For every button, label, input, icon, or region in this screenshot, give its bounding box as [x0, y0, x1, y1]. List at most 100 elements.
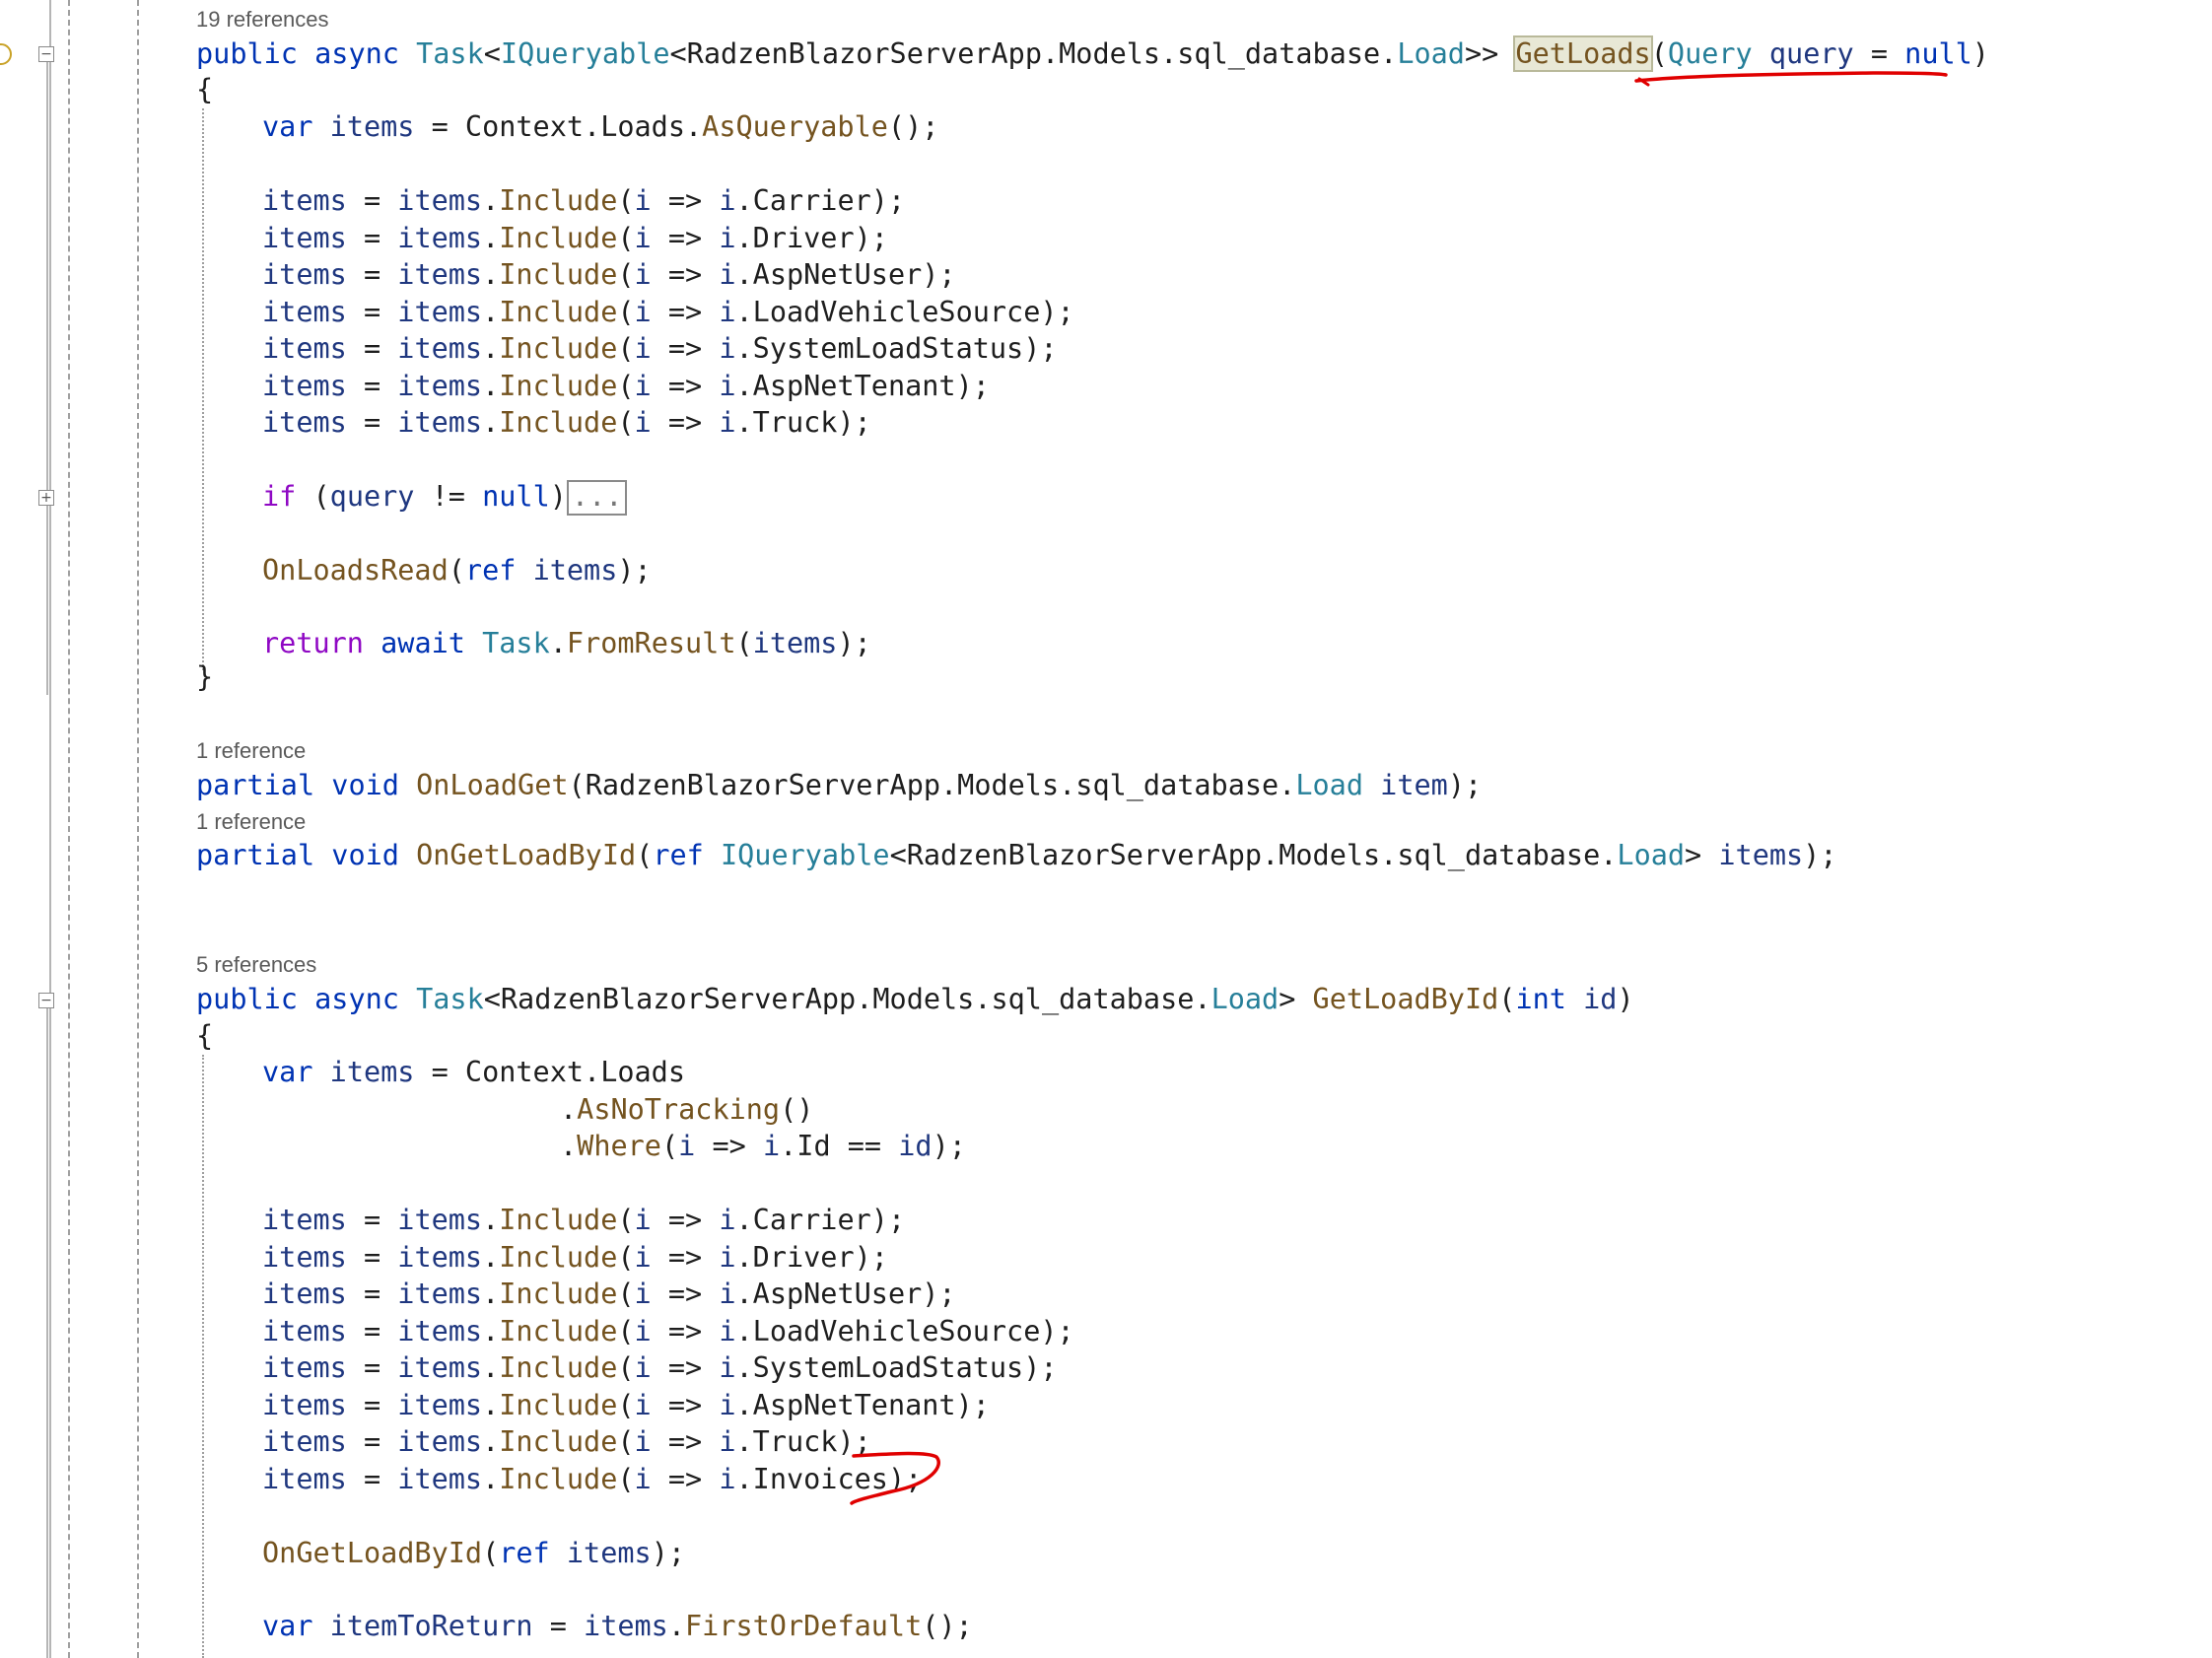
- lambda-param: i: [719, 1314, 736, 1347]
- include-line: items = items.Include(i => i.Driver);: [262, 1239, 888, 1277]
- keyword: var: [262, 1610, 313, 1642]
- parameter: id: [1583, 983, 1618, 1015]
- punct: .: [482, 1351, 500, 1384]
- if-line: if (query != null)...: [262, 478, 628, 516]
- margin-border: [49, 0, 51, 1658]
- punct: .: [482, 184, 500, 217]
- variable: items: [397, 1278, 483, 1310]
- punct: .: [560, 1130, 578, 1162]
- keyword: int: [1515, 983, 1566, 1015]
- operator: =>: [651, 1425, 720, 1458]
- method-name: OnGetLoadById: [416, 839, 637, 871]
- where-line: .Where(i => i.Id == id);: [560, 1128, 966, 1165]
- punct: ();: [887, 110, 939, 143]
- method-call: OnLoadsRead: [262, 554, 449, 587]
- fold-region-line: [46, 62, 48, 695]
- punct: .: [560, 1093, 578, 1126]
- punct: );: [837, 627, 871, 659]
- member-access: .AspNetTenant);: [735, 1388, 990, 1421]
- variable: items: [397, 221, 483, 254]
- lambda-param: i: [719, 258, 736, 291]
- operator: =: [346, 1462, 398, 1495]
- collapse-icon[interactable]: −: [38, 46, 54, 62]
- codelens-references[interactable]: 5 references: [196, 951, 316, 979]
- variable: items: [262, 1278, 347, 1310]
- member-access: .Truck);: [735, 406, 871, 439]
- punct: ): [1617, 983, 1634, 1015]
- punct: (: [660, 1130, 679, 1162]
- operator: =>: [651, 1351, 720, 1384]
- indent-guide: [202, 108, 204, 670]
- type-name: IQueryable: [720, 839, 890, 871]
- member-compare: .Id ==: [780, 1130, 899, 1162]
- type-name: IQueryable: [500, 37, 670, 70]
- variable: items: [397, 406, 483, 439]
- punct: (: [482, 1537, 500, 1569]
- variable: items: [262, 1204, 347, 1236]
- expression: = Context.Loads: [414, 1056, 685, 1088]
- code-editor[interactable]: − + − 19 references public async Task<IQ…: [0, 0, 2212, 1658]
- type-name: Load: [1617, 839, 1686, 871]
- variable: items: [262, 221, 347, 254]
- keyword: async: [314, 983, 399, 1015]
- variable: items: [262, 406, 347, 439]
- variable: items: [752, 627, 838, 659]
- annotation-underline: [1634, 71, 1948, 83]
- variable: items: [532, 554, 618, 587]
- method-name-highlighted[interactable]: GetLoads: [1513, 35, 1653, 72]
- lambda-param: i: [719, 221, 736, 254]
- codelens-references[interactable]: 1 reference: [196, 737, 306, 765]
- lightbulb-icon[interactable]: [0, 43, 12, 65]
- lambda-param: i: [634, 295, 652, 328]
- member-access: .Truck);: [735, 1425, 871, 1458]
- variable: items: [262, 184, 347, 217]
- punct: .: [482, 1204, 500, 1236]
- lambda-param: i: [634, 184, 652, 217]
- variable: items: [397, 332, 483, 365]
- punct: (: [448, 554, 465, 587]
- type-name: Task: [482, 627, 550, 659]
- variable: items: [329, 1056, 415, 1088]
- lambda-param: i: [719, 1425, 736, 1458]
- annotation-underline: [1637, 77, 1650, 87]
- collapse-icon[interactable]: −: [38, 993, 54, 1008]
- lambda-param: i: [634, 1388, 652, 1421]
- lambda-param: i: [634, 1240, 652, 1274]
- variable: items: [397, 1240, 483, 1274]
- punct: (: [1498, 983, 1516, 1015]
- include-line: items = items.Include(i => i.LoadVehicle…: [262, 1313, 1074, 1350]
- variable: items: [397, 1462, 483, 1495]
- method-call: Include: [499, 1240, 618, 1274]
- keyword: ref: [464, 554, 517, 587]
- namespace: <RadzenBlazorServerApp.Models.sql_databa…: [889, 839, 1618, 871]
- punct: .: [482, 1240, 500, 1274]
- lambda-param: i: [719, 332, 736, 365]
- lambda-param: i: [634, 332, 652, 365]
- expand-icon[interactable]: +: [38, 490, 54, 506]
- operator: =: [346, 1240, 398, 1274]
- operator: =: [346, 406, 398, 439]
- lambda-param: i: [634, 221, 652, 254]
- partial-ongetloadbyid: partial void OnGetLoadById(ref IQueryabl…: [196, 837, 1837, 874]
- punct: (: [617, 221, 635, 254]
- indent-guide: [202, 1055, 204, 1658]
- operator: =: [346, 184, 398, 217]
- operator: =: [346, 1314, 398, 1347]
- variable: items: [397, 1425, 483, 1458]
- keyword-control: return: [262, 627, 364, 659]
- punct: .: [482, 1462, 500, 1495]
- method-call: Include: [499, 1351, 618, 1384]
- keyword: ref: [499, 1537, 550, 1569]
- operator: =: [346, 1388, 398, 1421]
- codelens-references[interactable]: 19 references: [196, 6, 329, 34]
- collapsed-block-indicator[interactable]: ...: [566, 480, 628, 516]
- codelens-references[interactable]: 1 reference: [196, 808, 306, 836]
- method-call: Include: [499, 406, 618, 439]
- lambda-param: i: [719, 184, 736, 217]
- variable: items: [262, 1240, 347, 1274]
- lambda-param: i: [634, 1204, 652, 1236]
- type-name: Load: [1295, 769, 1363, 801]
- method-call: FirstOrDefault: [685, 1610, 923, 1642]
